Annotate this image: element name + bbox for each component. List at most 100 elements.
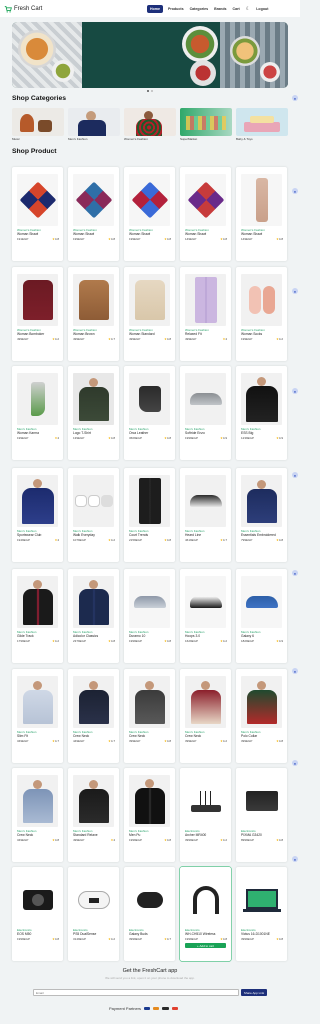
product-image[interactable]	[17, 874, 58, 926]
product-image[interactable]	[241, 274, 282, 326]
product-card[interactable]: Electronics Galaxy Buds 3999EGP ★4.7	[124, 867, 175, 961]
nav-cart[interactable]: Cart	[233, 7, 240, 11]
brand-logo[interactable]: Fresh Cart	[4, 5, 147, 13]
share-app-link-button[interactable]: Share App Link	[241, 989, 267, 996]
product-card[interactable]: Electronics PS5 DualSense 3149EGP ★4.2	[68, 867, 119, 961]
product-card[interactable]: Women's Fashion Woman Standard 499EGP ★4.8	[124, 267, 175, 361]
product-card[interactable]: Men's Fashion Galaxy 6 1829EGP ★4.9	[236, 569, 287, 663]
product-card[interactable]: Women's Fashion Woman Shawl 199EGP ★4.8	[68, 167, 119, 261]
product-image[interactable]	[241, 576, 282, 628]
product-card[interactable]: Electronics Archer MR400 3999EGP ★4.2	[180, 768, 231, 862]
category-card[interactable]: Music	[12, 108, 64, 142]
product-card[interactable]: Women's Fashion Woman Shawl 149EGP ★4.8	[180, 167, 231, 261]
product-image[interactable]	[185, 475, 226, 527]
nav-logout[interactable]: Logout	[256, 7, 268, 11]
nav-home[interactable]: Home	[147, 4, 163, 13]
nav-products[interactable]: Products	[168, 7, 184, 11]
product-image[interactable]	[17, 576, 58, 628]
product-card[interactable]: Men's Fashion Polo Collar 399EGP ★4.8	[236, 669, 287, 763]
side-action-button[interactable]: ●	[292, 188, 298, 194]
product-card[interactable]: Men's Fashion Crew Neck 349EGP ★4.8	[12, 768, 63, 862]
moon-icon[interactable]: ☾	[246, 6, 250, 12]
carousel-dot[interactable]	[151, 90, 153, 92]
product-image[interactable]	[73, 475, 114, 527]
product-image[interactable]	[185, 874, 226, 926]
product-image[interactable]	[241, 174, 282, 226]
side-action-button[interactable]: ●	[292, 95, 298, 101]
product-card[interactable]: Electronics EOS M50 1999EGP ★4.8	[12, 867, 63, 961]
nav-categories[interactable]: Categories	[190, 7, 209, 11]
product-card[interactable]: Men's Fashion Crew Neck 399EGP ★4.2	[180, 669, 231, 763]
hero-banner[interactable]	[12, 22, 288, 88]
product-image[interactable]	[129, 676, 170, 728]
product-image[interactable]	[129, 874, 170, 926]
category-card[interactable]: Women's Fashion	[124, 108, 176, 142]
product-image[interactable]	[241, 874, 282, 926]
product-image[interactable]	[129, 775, 170, 827]
product-card[interactable]: Men's Fashion Essentials Embroidered 799EG…	[236, 468, 287, 562]
product-card[interactable]: Women's Fashion Woman Bomboker 499EGP ★4.2	[12, 267, 63, 361]
product-image[interactable]	[185, 676, 226, 728]
product-card[interactable]: Men's Fashion Crew Neck 399EGP ★4.8	[124, 669, 175, 763]
product-card[interactable]: Men's Fashion Crew Neck 449EGP ★4.7	[68, 669, 119, 763]
product-card[interactable]: Men's Fashion Standard Relaxe 499EGP ★4	[68, 768, 119, 862]
product-card[interactable]: Men's Fashion Orca Leather 3609EGP ★4.8	[124, 366, 175, 460]
product-card[interactable]: Electronics PIXMA G3420 8999EGP ★4.8	[236, 768, 287, 862]
product-card[interactable]: Men's Fashion Hoops 3.0 1629EGP ★4.2	[180, 569, 231, 663]
product-card[interactable]: Women's Fashion Woman Shawl 191EGP ★4.8	[12, 167, 63, 261]
side-action-button[interactable]: ●	[292, 668, 298, 674]
product-image[interactable]	[241, 475, 282, 527]
product-card[interactable]: Women's Fashion Woman Shawl 149EGP ★4.8	[236, 167, 287, 261]
product-image[interactable]	[73, 174, 114, 226]
carousel-dot[interactable]	[147, 90, 149, 92]
product-image[interactable]	[73, 676, 114, 728]
product-card[interactable]: Women's Fashion Woman Brown 499EGP ★4.7	[68, 267, 119, 361]
product-card[interactable]: Men's Fashion Softride Enzo 1999EGP ★4.9	[180, 366, 231, 460]
add-to-cart-button[interactable]: + Add to cart	[185, 943, 226, 948]
product-image[interactable]	[73, 373, 114, 425]
product-image[interactable]	[185, 373, 226, 425]
product-image[interactable]	[17, 274, 58, 326]
product-card[interactable]: Women's Fashion Woman Socks 199EGP ★4.2	[236, 267, 287, 361]
product-image[interactable]	[185, 174, 226, 226]
product-card[interactable]: Men's Fashion Adicolor Classics 2379EGP ★4.…	[68, 569, 119, 663]
product-image[interactable]	[73, 775, 114, 827]
product-card[interactable]: Men's Fashion Glide Track 1799EGP ★4.2	[12, 569, 63, 663]
product-card[interactable]: Men's Fashion Court Trends 2159EGP ★4.8	[124, 468, 175, 562]
product-image[interactable]	[17, 174, 58, 226]
product-card[interactable]: Electronics Victus 16-D1001NE 3999EGP ★4.8	[236, 867, 287, 961]
side-action-button[interactable]: ●	[292, 288, 298, 294]
side-action-button[interactable]: ●	[292, 570, 298, 576]
product-card[interactable]: Men's Fashion Sportswear Club 1949EGP ★4	[12, 468, 63, 562]
side-action-button[interactable]: ●	[292, 472, 298, 478]
product-image[interactable]	[17, 475, 58, 527]
category-card[interactable]: Men's Fashion	[68, 108, 120, 142]
product-card[interactable]: Men's Fashion Duramo 10 1999EGP ★4.8	[124, 569, 175, 663]
category-card[interactable]: SuperMarket	[180, 108, 232, 142]
product-card[interactable]: Men's Fashion Logo T-Shirt 139EGP ★4.8	[68, 366, 119, 460]
side-action-button[interactable]: ●	[292, 388, 298, 394]
product-image[interactable]	[129, 576, 170, 628]
product-card[interactable]: Men's Fashion Slim Fit 349EGP ★4.7	[12, 669, 63, 763]
product-card[interactable]: Men's Fashion Heard Line 4619EGP ★4.7	[180, 468, 231, 562]
email-input[interactable]	[33, 989, 239, 996]
product-image[interactable]	[129, 274, 170, 326]
product-image[interactable]	[17, 775, 58, 827]
product-card[interactable]: Men's Fashion Men Pu 1999EGP ★4.8	[124, 768, 175, 862]
product-image[interactable]	[241, 676, 282, 728]
product-card[interactable]: Men's Fashion ESS Big 1239EGP ★4.9	[236, 366, 287, 460]
product-image[interactable]	[185, 775, 226, 827]
side-action-button[interactable]: ●	[292, 856, 298, 862]
product-image[interactable]	[73, 274, 114, 326]
product-image[interactable]	[17, 676, 58, 728]
product-card[interactable]: Women's Fashion Woman Shawl 199EGP ★4.8	[124, 167, 175, 261]
product-card[interactable]: Women's Fashion Relaxed Fit 499EGP ★4	[180, 267, 231, 361]
product-card[interactable]: Men's Fashion Woman Karma 199EGP ★4	[12, 366, 63, 460]
product-image[interactable]	[129, 373, 170, 425]
product-image[interactable]	[73, 874, 114, 926]
product-image[interactable]	[17, 373, 58, 425]
product-image[interactable]	[129, 475, 170, 527]
product-card[interactable]: Men's Fashion Walk Everyday 1079EGP ★4.2	[68, 468, 119, 562]
product-image[interactable]	[185, 576, 226, 628]
product-image[interactable]	[129, 174, 170, 226]
